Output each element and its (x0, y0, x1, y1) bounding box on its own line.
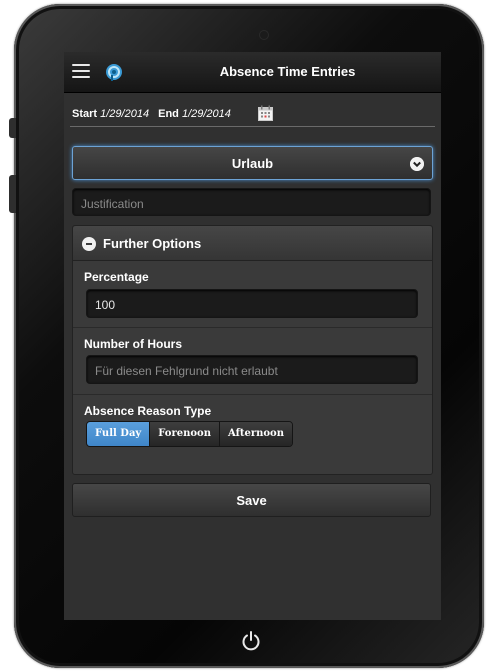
segment-afternoon[interactable]: Afternoon (219, 422, 292, 446)
divider (70, 126, 435, 127)
side-button (9, 118, 16, 138)
percentage-section: Percentage 100 (73, 261, 432, 328)
app-screen: Absence Time Entries Start 1/29/2014 End… (64, 52, 441, 620)
percentage-input[interactable]: 100 (86, 289, 418, 318)
further-options-toggle[interactable]: Further Options (73, 226, 432, 261)
start-date[interactable]: 1/29/2014 (100, 108, 149, 120)
hours-section: Number of Hours Für diesen Fehlgrund nic… (73, 328, 432, 395)
justification-input[interactable]: Justification (72, 188, 431, 216)
hamburger-icon[interactable] (72, 64, 90, 79)
further-options-panel: Further Options Percentage 100 Number of… (72, 225, 433, 475)
power-icon[interactable] (240, 630, 262, 652)
hours-input[interactable]: Für diesen Fehlgrund nicht erlaubt (86, 355, 418, 384)
absence-type-segmented-control: Full Day Forenoon Afternoon (86, 421, 293, 447)
end-label: End (158, 108, 179, 120)
hours-label: Number of Hours (84, 337, 183, 351)
save-button[interactable]: Save (72, 483, 431, 517)
segment-full-day[interactable]: Full Day (87, 422, 151, 446)
calendar-icon[interactable] (258, 105, 273, 121)
absence-reason-select[interactable]: Urlaub (72, 146, 433, 180)
collapse-minus-icon (82, 237, 96, 251)
end-date[interactable]: 1/29/2014 (182, 108, 231, 120)
absence-reason-value: Urlaub (231, 156, 274, 171)
absence-type-label: Absence Reason Type (84, 404, 212, 418)
chevron-down-icon (410, 157, 424, 171)
percentage-label: Percentage (84, 270, 149, 284)
segment-forenoon[interactable]: Forenoon (150, 422, 220, 446)
app-header: Absence Time Entries (64, 52, 441, 93)
app-logo-icon (106, 64, 122, 81)
start-label: Start (72, 108, 98, 120)
side-button (9, 175, 16, 213)
date-range: Start 1/29/2014 End 1/29/2014 (72, 108, 231, 120)
further-options-title: Further Options (103, 236, 202, 251)
camera-icon (260, 31, 268, 39)
page-title: Absence Time Entries (219, 64, 356, 79)
